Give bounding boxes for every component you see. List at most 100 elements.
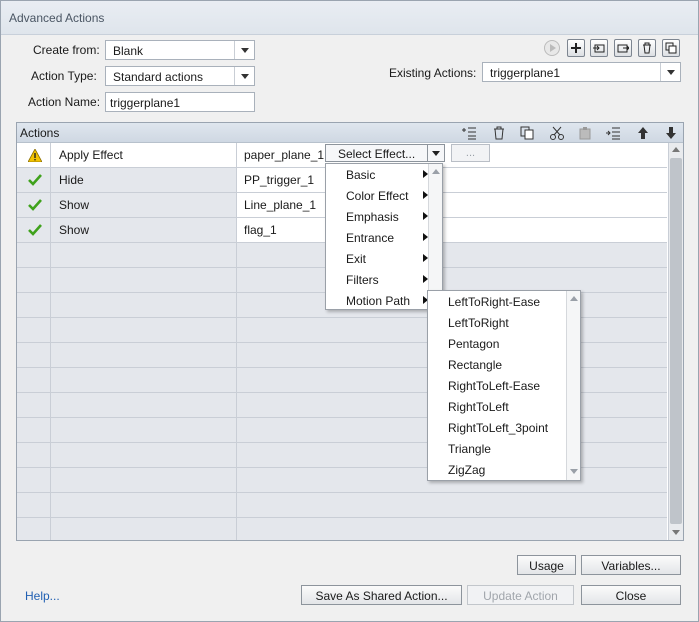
existing-actions-value: triggerplane1 <box>490 66 561 80</box>
empty-cell <box>17 393 51 417</box>
scroll-down-icon[interactable] <box>569 467 579 477</box>
menu-item-entrance[interactable]: Entrance <box>326 227 430 248</box>
empty-cell <box>51 368 237 392</box>
table-row-empty[interactable] <box>17 518 667 540</box>
status-cell <box>17 168 51 192</box>
menu-item-triangle[interactable]: Triangle <box>428 438 566 459</box>
menu-item-motion-path[interactable]: Motion Path <box>326 290 430 311</box>
action-cell[interactable]: Show <box>51 193 237 217</box>
variables-button[interactable]: Variables... <box>581 555 681 575</box>
empty-cell <box>51 318 237 342</box>
scroll-up-icon[interactable] <box>569 294 579 304</box>
table-row-empty[interactable] <box>17 493 667 518</box>
create-from-dropdown[interactable]: Blank <box>105 40 255 60</box>
status-cell <box>17 193 51 217</box>
warning-icon <box>28 149 42 162</box>
scroll-thumb[interactable] <box>670 158 682 524</box>
menu-item-rectangle[interactable]: Rectangle <box>428 354 566 375</box>
menu-item-label: Filters <box>346 273 379 287</box>
menu-scrollbar[interactable] <box>428 164 442 309</box>
target-cell[interactable]: Line_plane_1 <box>237 193 667 217</box>
plus-icon <box>571 43 581 53</box>
menu-item-pentagon[interactable]: Pentagon <box>428 333 566 354</box>
empty-cell <box>17 293 51 317</box>
menu-item-righttoleft-3point[interactable]: RightToLeft_3point <box>428 417 566 438</box>
action-cell[interactable]: Show <box>51 218 237 242</box>
empty-cell <box>17 243 51 267</box>
effect-options-button[interactable]: ... <box>451 144 490 162</box>
trash-icon[interactable] <box>491 125 507 141</box>
menu-item-color-effect[interactable]: Color Effect <box>326 185 430 206</box>
menu-item-label: Motion Path <box>346 294 411 308</box>
menu-item-lefttoright[interactable]: LeftToRight <box>428 312 566 333</box>
existing-actions-label: Existing Actions: <box>389 66 477 80</box>
duplicate-action-button[interactable] <box>662 39 680 57</box>
action-type-value: Standard actions <box>113 70 204 84</box>
usage-button[interactable]: Usage <box>517 555 576 575</box>
chevron-down-icon <box>660 63 680 81</box>
chevron-down-icon <box>234 67 254 85</box>
empty-cell <box>51 343 237 367</box>
empty-cell <box>51 518 237 540</box>
scroll-up-icon[interactable] <box>669 143 683 157</box>
action-cell[interactable]: Hide <box>51 168 237 192</box>
status-cell <box>17 218 51 242</box>
select-effect-dropdown[interactable]: Select Effect... <box>325 144 445 162</box>
title-bar: Advanced Actions <box>1 1 698 35</box>
target-cell[interactable]: flag_1 <box>237 218 667 242</box>
chevron-down-icon <box>234 41 254 59</box>
advanced-actions-dialog: Advanced Actions Create from: Blank Acti… <box>0 0 699 622</box>
checkmark-icon <box>28 224 42 236</box>
action-name-field[interactable]: triggerplane1 <box>105 92 255 112</box>
empty-cell <box>17 468 51 492</box>
empty-cell <box>17 343 51 367</box>
empty-cell <box>51 243 237 267</box>
save-action-button[interactable] <box>590 39 608 57</box>
menu-item-righttoleft-ease[interactable]: RightToLeft-Ease <box>428 375 566 396</box>
create-from-value: Blank <box>113 44 144 58</box>
empty-cell <box>51 443 237 467</box>
menu-item-lefttoright-ease[interactable]: LeftToRight-Ease <box>428 291 566 312</box>
menu-item-righttoleft[interactable]: RightToLeft <box>428 396 566 417</box>
empty-cell <box>17 418 51 442</box>
status-cell <box>17 143 51 167</box>
paste-icon[interactable] <box>577 125 593 141</box>
checkmark-icon <box>28 174 42 186</box>
submenu-scrollbar[interactable] <box>566 291 580 480</box>
help-link[interactable]: Help... <box>25 589 60 603</box>
insert-row-icon[interactable] <box>461 125 477 141</box>
menu-item-label: Entrance <box>346 231 395 245</box>
scroll-down-icon[interactable] <box>669 526 683 540</box>
copy-icon[interactable] <box>519 125 535 141</box>
move-down-icon[interactable] <box>663 125 679 141</box>
scroll-up-icon[interactable] <box>431 167 441 177</box>
delete-action-button[interactable] <box>638 39 656 57</box>
trash-icon <box>643 42 651 54</box>
action-type-dropdown[interactable]: Standard actions <box>105 66 255 86</box>
actions-header: Actions <box>17 123 683 143</box>
actions-scrollbar[interactable] <box>668 143 683 540</box>
new-action-button[interactable] <box>567 39 585 57</box>
move-up-icon[interactable] <box>635 125 651 141</box>
target-cell[interactable]: PP_trigger_1 <box>237 168 667 192</box>
menu-item-filters[interactable]: Filters <box>326 269 430 290</box>
actions-header-label: Actions <box>20 126 60 140</box>
preview-play-icon[interactable] <box>544 40 560 56</box>
empty-cell <box>17 493 51 517</box>
menu-item-emphasis[interactable]: Emphasis <box>326 206 430 227</box>
save-shared-action-button[interactable]: Save As Shared Action... <box>301 585 462 605</box>
export-action-button[interactable] <box>614 39 632 57</box>
empty-cell <box>17 368 51 392</box>
insert-below-icon[interactable] <box>605 125 621 141</box>
menu-item-zigzag[interactable]: ZigZag <box>428 459 566 480</box>
checkmark-icon <box>28 199 42 211</box>
update-action-button[interactable]: Update Action <box>467 585 574 605</box>
action-cell[interactable]: Apply Effect <box>51 143 237 167</box>
scissors-icon[interactable] <box>549 125 565 141</box>
empty-cell <box>51 293 237 317</box>
menu-item-exit[interactable]: Exit <box>326 248 430 269</box>
action-name-label: Action Name: <box>28 95 101 109</box>
menu-item-basic[interactable]: Basic <box>326 164 430 185</box>
close-button[interactable]: Close <box>581 585 681 605</box>
existing-actions-dropdown[interactable]: triggerplane1 <box>482 62 681 82</box>
